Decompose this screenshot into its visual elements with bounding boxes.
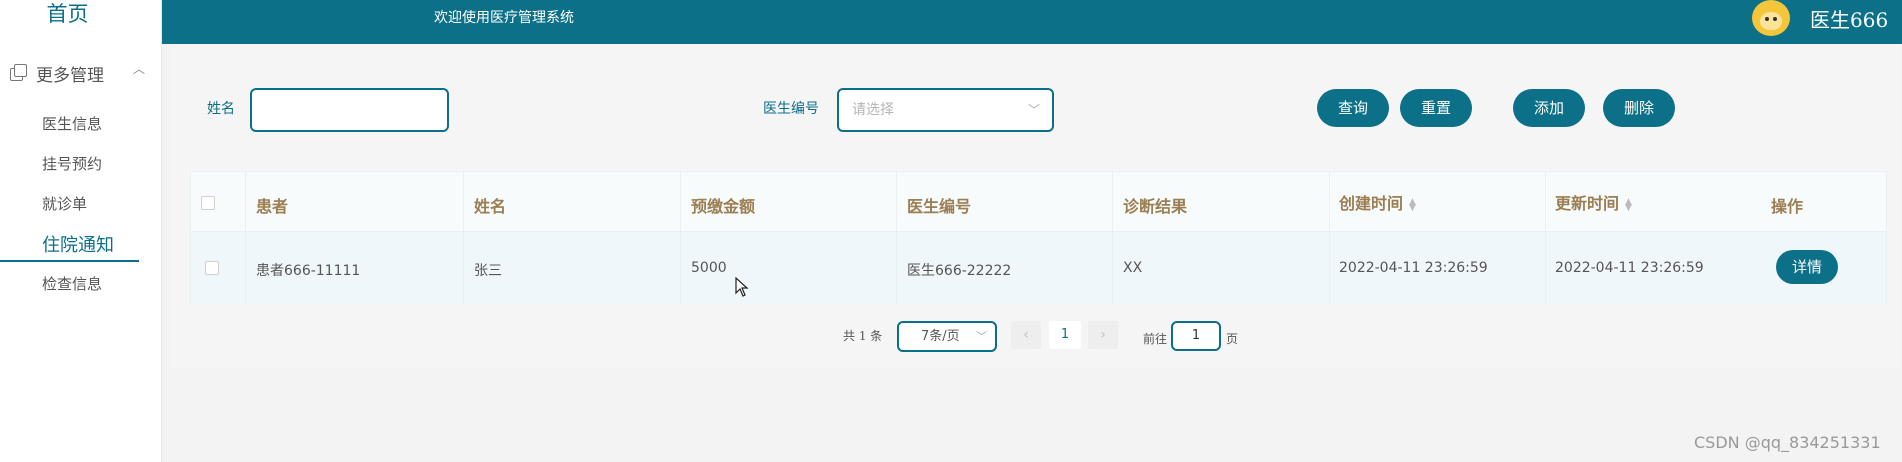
- column-divider: [1545, 172, 1546, 304]
- next-page-button[interactable]: ›: [1088, 321, 1118, 349]
- doctor-no-placeholder: 请选择: [852, 102, 894, 118]
- column-header-diagnosis: 诊断结果: [1123, 197, 1188, 216]
- cell-created: 2022-04-11 23:26:59: [1339, 260, 1488, 276]
- column-header-created-label: 创建时间: [1339, 194, 1404, 213]
- column-header-name: 姓名: [474, 197, 507, 216]
- watermark: CSDN @qq_834251331: [1694, 433, 1881, 452]
- goto-page-input[interactable]: 1: [1171, 321, 1221, 351]
- column-header-patient: 患者: [256, 197, 289, 216]
- column-divider: [1329, 172, 1330, 304]
- column-divider: [680, 172, 681, 304]
- column-header-doctor-no: 医生编号: [907, 197, 972, 216]
- copy-icon: [10, 64, 28, 82]
- sidebar: 首页 更多管理 ︿ 医生信息 挂号预约 就诊单 住院通知 检查信息: [0, 0, 162, 462]
- chevron-up-icon: ︿: [132, 62, 145, 76]
- reset-button[interactable]: 重置: [1400, 89, 1472, 127]
- name-input[interactable]: [250, 88, 449, 132]
- avatar[interactable]: [1752, 0, 1790, 36]
- prev-page-button[interactable]: ‹: [1011, 321, 1041, 349]
- sort-icon[interactable]: ▲ ▼: [1625, 197, 1632, 212]
- pagination-total: 共 1 条: [843, 329, 883, 343]
- column-header-updated[interactable]: 更新时间 ▲ ▼: [1555, 190, 1632, 214]
- column-header-created[interactable]: 创建时间 ▲ ▼: [1339, 190, 1416, 214]
- column-divider: [463, 172, 464, 304]
- goto-label: 前往: [1143, 332, 1168, 346]
- sidebar-item-examination-info[interactable]: 检查信息: [42, 273, 102, 294]
- sidebar-item-doctor-info[interactable]: 医生信息: [42, 113, 102, 134]
- doctor-no-select[interactable]: 请选择 ﹀: [837, 88, 1054, 132]
- column-divider: [896, 172, 897, 304]
- user-name[interactable]: 医生666: [1810, 4, 1888, 33]
- page-size-value: 7条/页: [921, 329, 960, 344]
- query-button[interactable]: 查询: [1317, 89, 1389, 127]
- add-button[interactable]: 添加: [1513, 89, 1585, 127]
- sidebar-item-hospitalization-notice[interactable]: 住院通知: [0, 231, 139, 262]
- column-divider: [1112, 172, 1113, 304]
- sort-icon[interactable]: ▲ ▼: [1409, 197, 1416, 212]
- mouse-cursor-icon: [735, 277, 749, 297]
- chevron-down-icon: ﹀: [1027, 103, 1040, 117]
- sidebar-home-link[interactable]: 首页: [0, 0, 135, 30]
- cell-diagnosis: XX: [1123, 260, 1143, 276]
- cell-name: 张三: [474, 263, 502, 279]
- doctor-no-label: 医生编号: [763, 101, 819, 117]
- column-header-actions: 操作: [1771, 197, 1804, 216]
- column-divider: [245, 172, 246, 304]
- welcome-text: 欢迎使用医疗管理系统: [434, 10, 574, 26]
- page-size-select[interactable]: 7条/页 ﹀: [897, 321, 997, 352]
- sidebar-item-visit-form[interactable]: 就诊单: [42, 193, 87, 214]
- column-header-updated-label: 更新时间: [1555, 194, 1620, 213]
- delete-button[interactable]: 删除: [1603, 89, 1675, 127]
- page-number-current[interactable]: 1: [1049, 321, 1081, 349]
- data-table: [190, 171, 1887, 304]
- name-label: 姓名: [207, 101, 235, 117]
- select-all-checkbox[interactable]: [201, 196, 215, 210]
- goto-suffix: 页: [1226, 332, 1239, 346]
- column-header-prepaid: 预缴金额: [691, 197, 756, 216]
- top-bar: 欢迎使用医疗管理系统 医生666: [162, 0, 1902, 44]
- cell-doctor-no: 医生666-22222: [907, 263, 1012, 279]
- chevron-down-icon: ﹀: [976, 330, 987, 343]
- cell-updated: 2022-04-11 23:26:59: [1555, 260, 1704, 276]
- sidebar-group-label: 更多管理: [36, 65, 104, 86]
- sidebar-group-more-management[interactable]: 更多管理 ︿: [10, 60, 145, 86]
- cell-patient: 患者666-11111: [256, 263, 361, 279]
- row-checkbox[interactable]: [205, 261, 219, 275]
- cell-prepaid: 5000: [691, 260, 727, 276]
- sidebar-item-registration[interactable]: 挂号预约: [42, 153, 102, 174]
- detail-button[interactable]: 详情: [1776, 250, 1838, 284]
